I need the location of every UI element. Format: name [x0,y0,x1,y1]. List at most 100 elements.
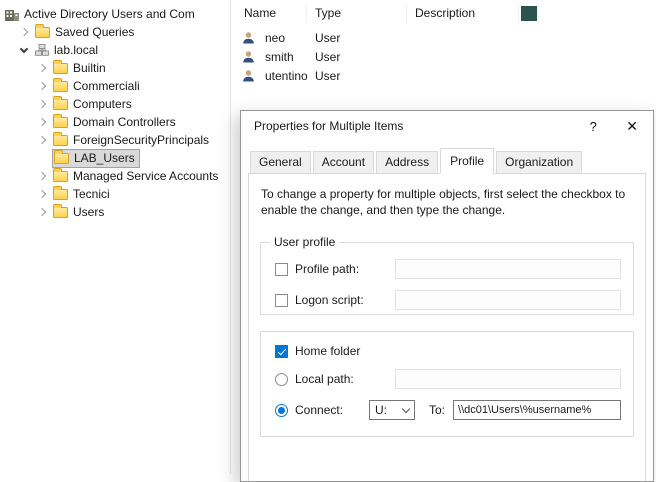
profile-path-row: Profile path: [275,259,621,279]
tab-strip: General Account Address Profile Organiza… [250,148,646,174]
profile-path-input [395,259,621,279]
tree-item-foreign-security-principals[interactable]: ForeignSecurityPrincipals [0,131,230,149]
domain-icon [35,44,49,56]
tree-item-lab-users[interactable]: LAB_Users [0,149,230,167]
table-row[interactable]: smith User [232,47,519,66]
properties-dialog: Properties for Multiple Items ? ✕ Genera… [240,110,654,482]
logon-script-label: Logon script: [295,293,395,307]
user-profile-group: User profile Profile path: Logon script: [260,242,634,315]
type-cell: User [307,50,407,64]
row-type: User [315,31,340,45]
tree-item-label: ForeignSecurityPrincipals [73,133,209,147]
tree-item-label: Active Directory Users and Com [24,7,195,21]
chevron-right-icon[interactable] [38,172,46,180]
tree-item-label: Tecnici [73,187,110,201]
column-header-description[interactable]: Description [407,4,519,22]
type-cell: User [307,31,407,45]
connect-radio[interactable] [275,404,288,417]
local-path-row: Local path: [275,369,621,389]
close-icon[interactable]: ✕ [626,118,638,135]
local-path-input [395,369,621,389]
folder-icon [35,27,50,38]
folder-icon [53,189,68,200]
chevron-right-icon[interactable] [38,118,46,126]
connect-label: Connect: [295,403,369,417]
tree-item-label: LAB_Users [74,151,135,165]
row-name: utentino [265,69,307,83]
logon-script-row: Logon script: [275,290,621,310]
name-cell: smith [232,50,307,64]
profile-tab-page: To change a property for multiple object… [248,173,646,482]
folder-icon [54,153,69,164]
local-path-label: Local path: [295,372,395,386]
logon-script-checkbox[interactable] [275,294,288,307]
object-list: neo User smith User [232,28,519,85]
user-icon [242,69,255,82]
tree-item-builtin[interactable]: Builtin [0,59,230,77]
row-type: User [315,69,340,83]
chevron-right-icon[interactable] [38,100,46,108]
tree-item-label: Computers [73,97,132,111]
selected-tree-item-highlight[interactable]: LAB_Users [53,150,139,167]
folder-icon [53,63,68,74]
tree-item-label: Saved Queries [55,25,134,39]
tab-organization[interactable]: Organization [496,151,582,174]
chevron-right-icon[interactable] [38,208,46,216]
chevron-right-icon[interactable] [38,136,46,144]
drive-letter-dropdown[interactable]: U: [369,400,415,420]
tree-item-commerciali[interactable]: Commerciali [0,77,230,95]
folder-icon [53,135,68,146]
tree-item-lab-local[interactable]: lab.local [0,41,230,59]
logon-script-input [395,290,621,310]
tab-profile[interactable]: Profile [440,148,494,174]
tree-item-computers[interactable]: Computers [0,95,230,113]
column-header-name[interactable]: Name [232,4,307,22]
chevron-right-icon[interactable] [38,82,46,90]
folder-icon [53,117,68,128]
row-name: smith [265,50,294,64]
tab-account[interactable]: Account [313,151,374,174]
chevron-down-icon [402,404,410,412]
table-row[interactable]: utentino User [232,66,519,85]
tab-general[interactable]: General [250,151,311,174]
tab-address[interactable]: Address [376,151,438,174]
header-corner-icon [521,6,537,21]
type-cell: User [307,69,407,83]
name-cell: utentino [232,69,307,83]
chevron-down-icon[interactable] [20,45,28,53]
user-icon [242,50,255,63]
column-header-label: Description [415,6,475,20]
chevron-right-icon[interactable] [20,28,28,36]
tree-item-saved-queries[interactable]: Saved Queries [0,23,230,41]
folder-icon [53,99,68,110]
local-path-radio[interactable] [275,373,288,386]
help-button[interactable]: ? [584,119,602,134]
dialog-titlebar: Properties for Multiple Items ? ✕ [241,111,653,141]
console-tree-pane: Active Directory Users and Com Saved Que… [0,0,231,474]
tree-item-root[interactable]: Active Directory Users and Com [0,5,230,23]
table-row[interactable]: neo User [232,28,519,47]
chevron-right-icon[interactable] [38,190,46,198]
group-label: User profile [270,235,339,249]
tree-item-managed-service-accounts[interactable]: Managed Service Accounts [0,167,230,185]
chevron-right-icon[interactable] [38,64,46,72]
tree-item-users[interactable]: Users [0,203,230,221]
tree-item-label: lab.local [54,43,98,57]
drive-letter-value: U: [375,403,403,417]
user-icon [242,31,255,44]
home-folder-checkbox[interactable] [275,345,288,358]
profile-path-checkbox[interactable] [275,263,288,276]
folder-icon [53,171,68,182]
tree-item-label: Commerciali [73,79,140,93]
to-label: To: [429,403,445,417]
name-cell: neo [232,31,307,45]
folder-icon [53,81,68,92]
column-header-label: Type [315,6,341,20]
tree-item-tecnici[interactable]: Tecnici [0,185,230,203]
column-header-type[interactable]: Type [307,4,407,22]
tree-item-label: Builtin [73,61,106,75]
active-directory-icon [5,8,19,21]
connect-path-input[interactable] [453,400,621,420]
home-folder-group: Home folder Local path: Connect: U: To: [260,331,634,437]
tree-item-domain-controllers[interactable]: Domain Controllers [0,113,230,131]
